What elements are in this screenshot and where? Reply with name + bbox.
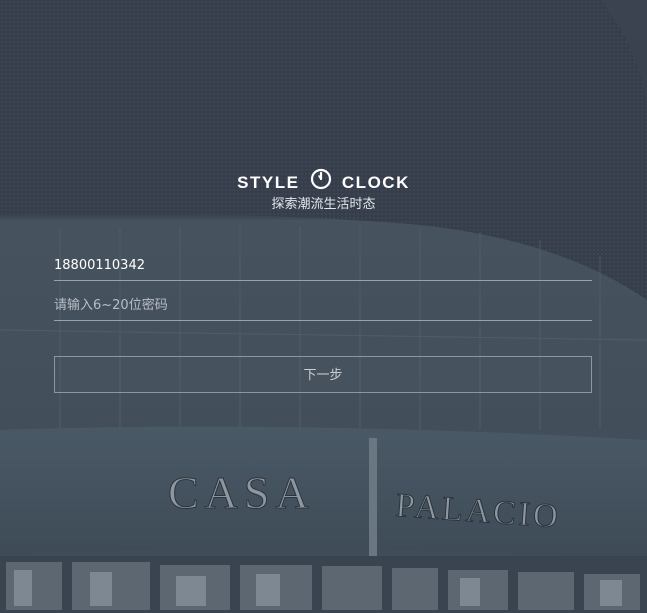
brand-logo: STYLE CLOCK bbox=[0, 168, 647, 197]
clock-icon bbox=[310, 168, 332, 197]
tagline: 探索潮流生活时态 bbox=[271, 197, 376, 212]
next-step-button[interactable]: 下一步 bbox=[54, 356, 592, 393]
sign-casa: CASA bbox=[168, 467, 315, 518]
password-field[interactable] bbox=[54, 292, 592, 321]
password-input[interactable] bbox=[54, 292, 592, 318]
brand-right-word: CLOCK bbox=[341, 172, 410, 192]
phone-field[interactable] bbox=[54, 252, 592, 281]
brand-left-word: STYLE bbox=[237, 172, 300, 192]
phone-input[interactable] bbox=[54, 252, 592, 278]
